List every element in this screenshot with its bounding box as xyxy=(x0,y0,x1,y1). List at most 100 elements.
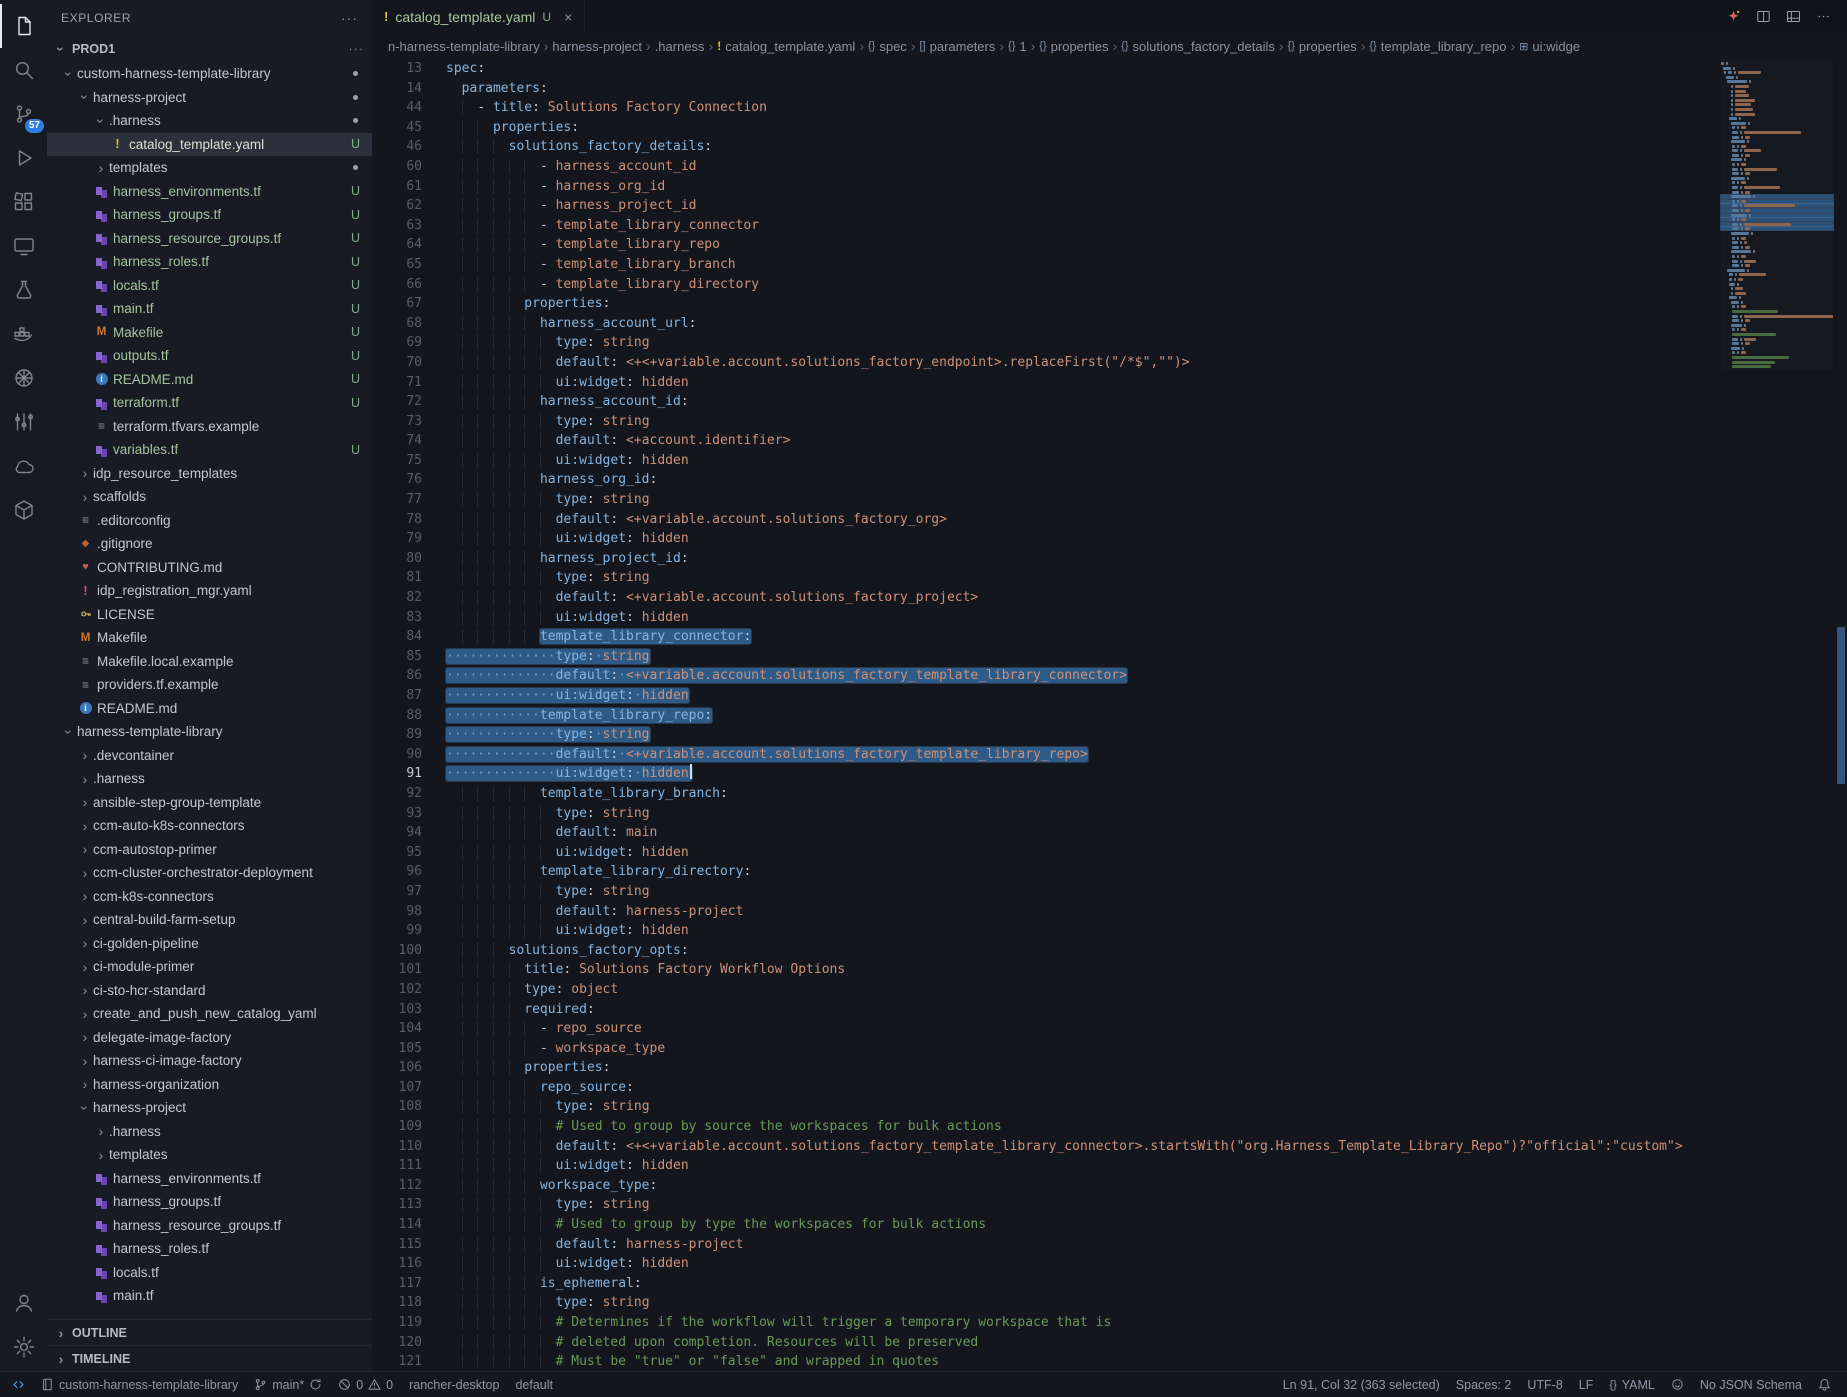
tree-folder-ccm-k8s-connectors[interactable]: ›ccm-k8s-connectors xyxy=(47,885,372,909)
breadcrumb-item[interactable]: {}spec xyxy=(868,39,907,54)
breadcrumb-item[interactable]: {}solutions_factory_details xyxy=(1121,39,1275,54)
tree-file-outputs.tf[interactable]: outputs.tfU xyxy=(47,344,372,368)
code-line[interactable]: 116 ui:widget: hidden xyxy=(372,1254,1847,1274)
tree-folder-.harness[interactable]: ›.harness xyxy=(47,109,372,133)
schema[interactable]: No JSON Schema xyxy=(1692,1372,1810,1397)
tree-folder-ccm-autostop-primer[interactable]: ›ccm-autostop-primer xyxy=(47,838,372,862)
timeline-section[interactable]: › TIMELINE xyxy=(47,1345,372,1371)
tree-folder-idp_resource_templates[interactable]: ›idp_resource_templates xyxy=(47,462,372,486)
line-number[interactable]: 111 xyxy=(372,1156,422,1176)
code-line[interactable]: 85··············type:·string xyxy=(372,647,1847,667)
line-number[interactable]: 76 xyxy=(372,470,422,490)
code-line[interactable]: 83 ui:widget: hidden xyxy=(372,608,1847,628)
code-line[interactable]: 93 type: string xyxy=(372,804,1847,824)
tree-file-terraform.tfvars.example[interactable]: ≡terraform.tfvars.example xyxy=(47,415,372,439)
tree-file-harness_roles.tf[interactable]: harness_roles.tfU xyxy=(47,250,372,274)
code-line[interactable]: 86··············default:·<+variable.acco… xyxy=(372,666,1847,686)
tree-file-harness_groups.tf[interactable]: harness_groups.tfU xyxy=(47,203,372,227)
line-number[interactable]: 98 xyxy=(372,902,422,922)
tree-folder-ansible-step-group-template[interactable]: ›ansible-step-group-template xyxy=(47,791,372,815)
remote-indicator[interactable] xyxy=(4,1372,33,1397)
code-line[interactable]: 70 default: <+<+variable.account.solutio… xyxy=(372,353,1847,373)
line-number[interactable]: 103 xyxy=(372,1000,422,1020)
code-line[interactable]: 82 default: <+variable.account.solutions… xyxy=(372,588,1847,608)
tree-folder-harness-project[interactable]: ›harness-project xyxy=(47,1096,372,1120)
line-number[interactable]: 94 xyxy=(372,823,422,843)
code-line[interactable]: 62 - harness_project_id xyxy=(372,196,1847,216)
code-line[interactable]: 14 parameters: xyxy=(372,79,1847,99)
line-number[interactable]: 118 xyxy=(372,1293,422,1313)
line-number[interactable]: 109 xyxy=(372,1117,422,1137)
tree-folder-create_and_push_new_catalog_yaml[interactable]: ›create_and_push_new_catalog_yaml xyxy=(47,1002,372,1026)
tree-file-variables.tf[interactable]: variables.tfU xyxy=(47,438,372,462)
tree-file-Makefile.local.example[interactable]: ≡Makefile.local.example xyxy=(47,650,372,674)
more-actions-icon[interactable] xyxy=(1809,3,1837,31)
settings-gear-icon[interactable] xyxy=(0,1325,47,1369)
code-line[interactable]: 61 - harness_org_id xyxy=(372,177,1847,197)
code-line[interactable]: 99 ui:widget: hidden xyxy=(372,921,1847,941)
tree-file-main.tf[interactable]: main.tfU xyxy=(47,297,372,321)
indentation[interactable]: Spaces: 2 xyxy=(1448,1372,1520,1397)
tree-file-main.tf[interactable]: main.tf xyxy=(47,1284,372,1308)
code-line[interactable]: 94 default: main xyxy=(372,823,1847,843)
breadcrumb-item[interactable]: []parameters xyxy=(919,39,995,54)
tree-folder-ci-sto-hcr-standard[interactable]: ›ci-sto-hcr-standard xyxy=(47,979,372,1003)
code-line[interactable]: 73 type: string xyxy=(372,412,1847,432)
tree-folder-harness-project[interactable]: ›harness-project xyxy=(47,86,372,110)
line-number[interactable]: 68 xyxy=(372,314,422,334)
line-number[interactable]: 92 xyxy=(372,784,422,804)
account-icon[interactable] xyxy=(0,1281,47,1325)
profile[interactable]: default xyxy=(507,1372,561,1397)
problems[interactable]: 00 xyxy=(330,1372,401,1397)
line-number[interactable]: 108 xyxy=(372,1097,422,1117)
explorer-icon[interactable] xyxy=(0,4,47,48)
line-number[interactable]: 72 xyxy=(372,392,422,412)
tree-folder-delegate-image-factory[interactable]: ›delegate-image-factory xyxy=(47,1026,372,1050)
line-number[interactable]: 70 xyxy=(372,353,422,373)
code-line[interactable]: 69 type: string xyxy=(372,333,1847,353)
code-line[interactable]: 111 ui:widget: hidden xyxy=(372,1156,1847,1176)
tree-folder-ci-golden-pipeline[interactable]: ›ci-golden-pipeline xyxy=(47,932,372,956)
tree-folder-harness-template-library[interactable]: ›harness-template-library xyxy=(47,720,372,744)
line-number[interactable]: 63 xyxy=(372,216,422,236)
breadcrumb-item[interactable]: harness-project xyxy=(552,39,642,54)
line-number[interactable]: 95 xyxy=(372,843,422,863)
workspace-section-header[interactable]: › PROD1 ··· xyxy=(47,36,372,62)
code-line[interactable]: 88············template_library_repo: xyxy=(372,706,1847,726)
close-icon[interactable]: × xyxy=(564,9,572,25)
cursor-position[interactable]: Ln 91, Col 32 (363 selected) xyxy=(1275,1372,1448,1397)
line-number[interactable]: 87 xyxy=(372,686,422,706)
notifications[interactable] xyxy=(1810,1372,1839,1397)
code-line[interactable]: 104 - repo_source xyxy=(372,1019,1847,1039)
code-line[interactable]: 118 type: string xyxy=(372,1293,1847,1313)
line-number[interactable]: 113 xyxy=(372,1195,422,1215)
line-number[interactable]: 102 xyxy=(372,980,422,1000)
line-number[interactable]: 80 xyxy=(372,549,422,569)
section-more-actions-icon[interactable]: ··· xyxy=(349,42,365,56)
line-number[interactable]: 119 xyxy=(372,1313,422,1333)
line-number[interactable]: 71 xyxy=(372,373,422,393)
code-line[interactable]: 96 template_library_directory: xyxy=(372,862,1847,882)
extensions-icon[interactable] xyxy=(0,180,47,224)
tab-catalog-template-yaml[interactable]: ! catalog_template.yaml U × xyxy=(372,0,585,33)
tree-file-locals.tf[interactable]: locals.tf xyxy=(47,1261,372,1285)
line-number[interactable]: 100 xyxy=(372,941,422,961)
explorer-more-actions-icon[interactable]: ··· xyxy=(341,10,358,26)
workspace-name[interactable]: custom-harness-template-library xyxy=(33,1372,246,1397)
code-line[interactable]: 113 type: string xyxy=(372,1195,1847,1215)
line-number[interactable]: 74 xyxy=(372,431,422,451)
code-line[interactable]: 78 default: <+variable.account.solutions… xyxy=(372,510,1847,530)
line-number[interactable]: 107 xyxy=(372,1078,422,1098)
line-number[interactable]: 67 xyxy=(372,294,422,314)
tree-file-README.md[interactable]: iREADME.md xyxy=(47,697,372,721)
code-line[interactable]: 79 ui:widget: hidden xyxy=(372,529,1847,549)
source-control-icon[interactable]: 57 xyxy=(0,92,47,136)
line-number[interactable]: 78 xyxy=(372,510,422,530)
line-number[interactable]: 121 xyxy=(372,1352,422,1371)
breadcrumb-item[interactable]: {}properties xyxy=(1039,39,1108,54)
line-number[interactable]: 97 xyxy=(372,882,422,902)
line-number[interactable]: 99 xyxy=(372,921,422,941)
code-line[interactable]: 100 solutions_factory_opts: xyxy=(372,941,1847,961)
tree-file-harness_resource_groups.tf[interactable]: harness_resource_groups.tf xyxy=(47,1214,372,1238)
code-line[interactable]: 74 default: <+account.identifier> xyxy=(372,431,1847,451)
